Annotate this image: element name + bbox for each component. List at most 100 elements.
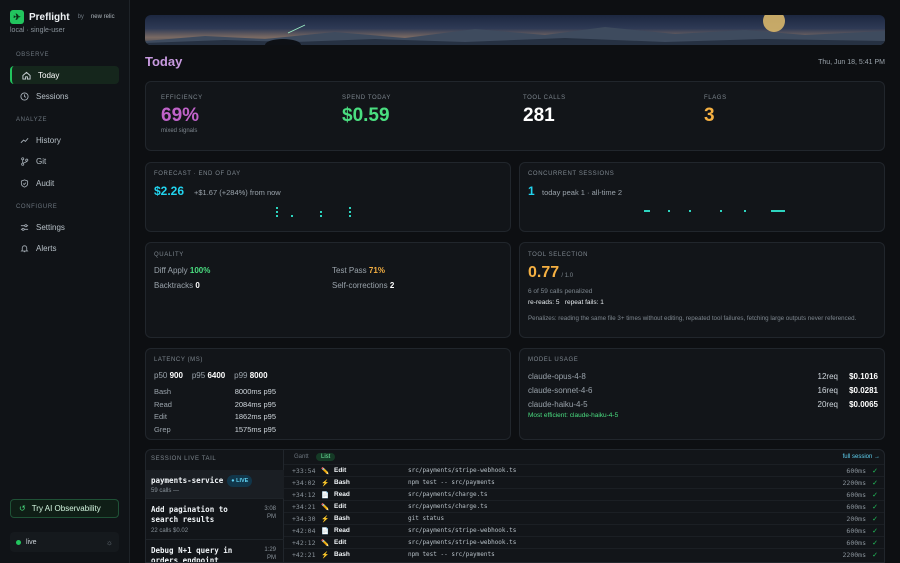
live-status: live ☼ <box>10 532 119 552</box>
session-title: payments-service ● LIVE <box>151 475 279 487</box>
kpi-flags: FLAGS 3 <box>704 95 727 127</box>
pencil-icon: ✏️ <box>321 504 330 511</box>
forecast-value: $2.26 <box>154 184 185 198</box>
tool-selection-score: 0.77 / 1.0 <box>528 264 574 281</box>
check-icon: ✓ <box>872 480 878 487</box>
live-label: live <box>26 538 37 546</box>
sidebar-item-label: Sessions <box>36 91 69 101</box>
sidebar-item-sessions[interactable]: Sessions <box>10 87 119 105</box>
plane-icon: ✈ <box>10 10 24 24</box>
forecast-label: FORECAST · END OF DAY <box>154 171 241 177</box>
event-row[interactable]: +34:21 ✏️ Edit src/payments/charge.ts 60… <box>284 500 884 512</box>
tool-selection-note: Penalizes: reading the same file 3+ time… <box>528 315 857 322</box>
sidebar-item-label: History <box>36 135 61 145</box>
kpi-efficiency: EFFICIENCY 69% mixed signals <box>161 95 203 134</box>
concurrent-card: CONCURRENT SESSIONS 1 today peak 1 · all… <box>519 162 885 232</box>
sidebar-item-settings[interactable]: Settings <box>10 218 119 236</box>
kpi-label: TOOL CALLS <box>523 95 566 101</box>
event-row[interactable]: +34:02 ⚡ Bash npm test -- src/payments 2… <box>284 476 884 488</box>
bell-icon <box>19 243 29 253</box>
tool-selection-penalized: 6 of 59 calls penalized <box>528 288 593 295</box>
brand-by: by <box>77 14 84 20</box>
bolt-icon: ⚡ <box>321 480 330 487</box>
sidebar-item-label: Settings <box>36 222 65 232</box>
event-row[interactable]: +42:21 ⚡ Bash npm test -- src/payments 2… <box>284 548 884 560</box>
event-row[interactable]: +33:54 ✏️ Edit src/payments/stripe-webho… <box>284 464 884 476</box>
concurrent-detail: today peak 1 · all-time 2 <box>542 188 623 197</box>
brand-name: Preflight <box>29 11 70 23</box>
session-list: SESSION LIVE TAIL payments-service ● LIVE… <box>146 450 284 563</box>
check-icon: ✓ <box>872 492 878 499</box>
shield-icon <box>19 178 29 188</box>
kpi-card: EFFICIENCY 69% mixed signals SPEND TODAY… <box>145 81 885 151</box>
model-row: claude-haiku-4-5 20req $0.0065 <box>528 400 878 409</box>
kpi-label: EFFICIENCY <box>161 95 203 101</box>
session-item-add-pagination[interactable]: Add pagination to search results 22 call… <box>146 500 284 540</box>
sidebar-item-today[interactable]: Today <box>10 66 119 84</box>
quality-backtracks: Backtracks 0 <box>154 281 200 290</box>
latency-card: LATENCY (MS) p50 900 p95 6400 p99 8000 B… <box>145 348 511 440</box>
sidebar: ✈ Preflight by new relic local · single-… <box>0 0 130 563</box>
session-item-debug-n-plus-one[interactable]: Debug N+1 query in orders endpoint 1:29 … <box>146 541 284 563</box>
latency-percentiles: p50 900 p95 6400 p99 8000 <box>154 371 268 380</box>
model-most-efficient: Most efficient: claude-haiku-4-5 <box>528 412 619 419</box>
sidebar-item-audit[interactable]: Audit <box>10 174 119 192</box>
nav-section-configure: CONFIGURE <box>16 204 58 210</box>
check-icon: ✓ <box>872 528 878 535</box>
git-branch-icon <box>19 156 29 166</box>
sidebar-item-history[interactable]: History <box>10 131 119 149</box>
event-row[interactable]: +42:12 ✏️ Edit src/payments/stripe-webho… <box>284 536 884 548</box>
sparkle-icon: ↺ <box>19 504 26 513</box>
brand[interactable]: ✈ Preflight by new relic <box>10 10 115 24</box>
check-icon: ✓ <box>872 540 878 547</box>
session-item-payments-service[interactable]: payments-service ● LIVE 59 calls — <box>146 470 284 499</box>
live-tail-label: SESSION LIVE TAIL <box>151 456 217 462</box>
session-time: 3:08 PM <box>264 506 276 520</box>
full-session-link[interactable]: full session → <box>843 454 880 460</box>
event-row[interactable]: +34:12 📄 Read src/payments/charge.ts 600… <box>284 488 884 500</box>
tab-gantt[interactable]: Gantt <box>289 453 314 461</box>
brand-subtitle: local · single-user <box>10 27 65 34</box>
kpi-value: $0.59 <box>342 105 390 126</box>
forecast-delta: +$1.67 (+284%) from now <box>194 188 281 197</box>
latency-row: Grep 1575ms p95 <box>154 424 276 434</box>
check-icon: ✓ <box>872 552 878 559</box>
sidebar-item-label: Git <box>36 156 47 166</box>
model-row: claude-opus-4-8 12req $0.1016 <box>528 372 878 381</box>
try-ai-observability-button[interactable]: ↺ Try AI Observability <box>10 499 119 518</box>
nav-section-analyze: ANALYZE <box>16 117 48 123</box>
forecast-sparkline <box>276 207 351 217</box>
kpi-tool-calls: TOOL CALLS 281 <box>523 95 566 127</box>
file-icon: 📄 <box>321 528 330 535</box>
concurrent-sparkline <box>644 210 785 212</box>
page-date: Thu, Jun 18, 5:41 PM <box>818 59 885 66</box>
latency-row: Read 2084ms p95 <box>154 399 276 409</box>
event-row[interactable]: +34:30 ⚡ Bash git status 200ms ✓ <box>284 512 884 524</box>
tool-selection-card: TOOL SELECTION 0.77 / 1.0 6 of 59 calls … <box>519 242 885 338</box>
mountain-landscape-image <box>145 15 885 45</box>
concurrent-value: 1 <box>528 184 535 198</box>
session-title: Debug N+1 query in orders endpoint <box>151 546 233 563</box>
model-usage-card: MODEL USAGE claude-opus-4-8 12req $0.1016 … <box>519 348 885 440</box>
tab-list[interactable]: List <box>316 453 336 461</box>
nav-section-observe: OBSERVE <box>16 52 50 58</box>
page-title: Today <box>145 54 183 69</box>
sidebar-item-git[interactable]: Git <box>10 152 119 170</box>
latency-label: LATENCY (MS) <box>154 357 203 363</box>
bolt-icon: ⚡ <box>321 552 330 559</box>
quality-card: QUALITY Diff Apply 100% Test Pass 71% Ba… <box>145 242 511 338</box>
sidebar-item-label: Alerts <box>36 243 57 253</box>
session-meta: 59 calls — <box>151 488 180 494</box>
live-dot-icon <box>16 539 21 545</box>
kpi-label: SPEND TODAY <box>342 95 391 101</box>
check-icon: ✓ <box>872 468 878 475</box>
sidebar-item-alerts[interactable]: Alerts <box>10 239 119 257</box>
event-row[interactable]: +42:04 📄 Read src/payments/stripe-webhoo… <box>284 524 884 536</box>
sidebar-item-label: Audit <box>36 178 55 188</box>
pencil-icon: ✏️ <box>321 540 330 547</box>
pencil-icon: ✏️ <box>321 468 330 475</box>
session-meta: 22 calls $0.02 <box>151 528 189 534</box>
sun-icon[interactable]: ☼ <box>106 538 113 547</box>
latency-row: Edit 1862ms p95 <box>154 412 276 421</box>
kpi-sub: mixed signals <box>161 128 198 134</box>
